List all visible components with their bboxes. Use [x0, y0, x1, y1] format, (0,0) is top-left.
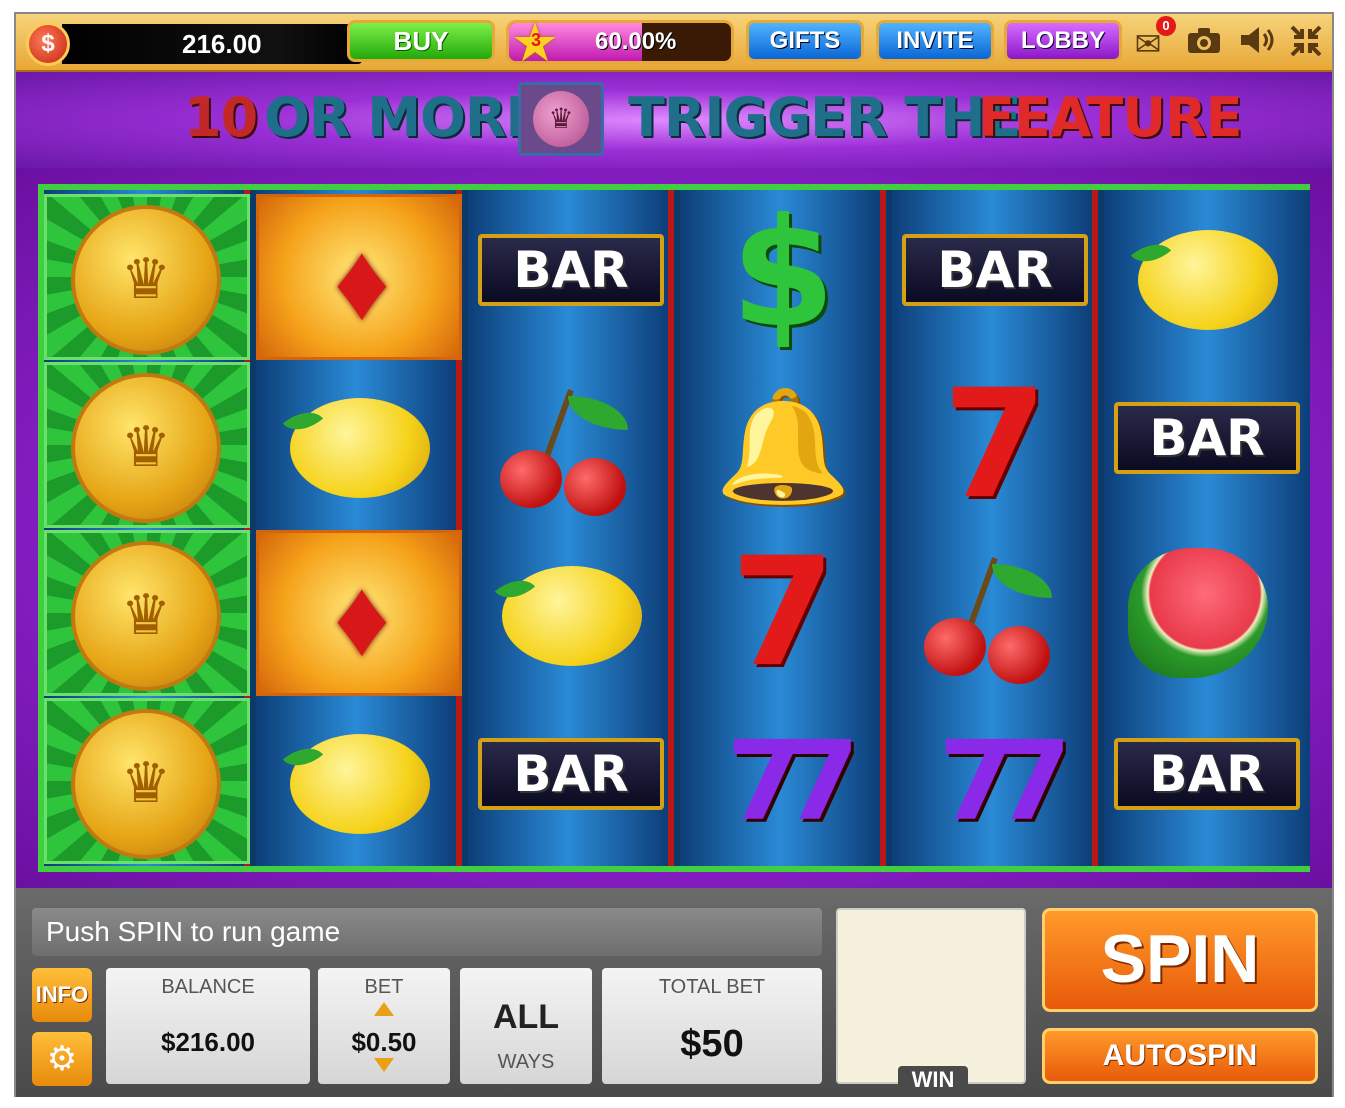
balance-label: BALANCE [161, 976, 255, 998]
reel-4: $ 🔔 7 77 [680, 190, 886, 866]
cherry-symbol [920, 546, 1070, 686]
reel-cell: ♦ [256, 194, 462, 360]
status-message: Push SPIN to run game [32, 908, 822, 956]
settings-button[interactable]: ⚙ [32, 1032, 92, 1086]
reel-cell: $ [680, 194, 886, 360]
crown-coin-symbol: ♛ [71, 709, 221, 859]
bar-symbol: BAR [902, 234, 1088, 306]
reel-cell: ♦ [256, 530, 462, 696]
banner-feature: FEATURE [978, 86, 1243, 149]
reel-cell [468, 362, 674, 528]
purple-double-seven-symbol: 77 [726, 717, 859, 845]
autospin-button[interactable]: AUTOSPIN [1042, 1028, 1318, 1084]
total-bet-value: $50 [680, 1023, 744, 1065]
banner-or-more: OR MORE [264, 86, 542, 149]
banner-number: 10 [184, 86, 258, 149]
purple-double-seven-symbol: 77 [938, 717, 1071, 845]
red-seven-symbol: 7 [730, 526, 836, 700]
invite-button[interactable]: INVITE [876, 20, 994, 62]
buy-button[interactable]: BUY [347, 20, 495, 62]
reel-cell [892, 530, 1098, 696]
reel-cell [256, 698, 462, 864]
ways-value: ALL [492, 998, 560, 1036]
reel-cell: 7 [680, 530, 886, 696]
reel-grid: ♛ ♛ ♛ ♛ ♦ ♦ BAR BAR $ 🔔 7 77 BAR 7 77 BAR BAR [38, 184, 1310, 872]
crown-coin-symbol: ♛ [71, 205, 221, 355]
reel-cell: ♛ [44, 530, 250, 696]
reel-cell [1104, 194, 1310, 360]
crown-coin-symbol: ♛ [71, 373, 221, 523]
reel-2: ♦ ♦ [256, 190, 462, 866]
sound-icon[interactable] [1238, 24, 1278, 64]
banner-trigger-the: TRIGGER THE [628, 86, 1021, 149]
reel-6: BAR BAR [1104, 190, 1310, 866]
reel-cell: ♛ [44, 698, 250, 864]
crown-coin-icon: ♛ [518, 82, 604, 156]
bell-symbol: 🔔 [714, 385, 852, 508]
mail-count-badge: 0 [1156, 16, 1176, 36]
balance-panel: BALANCE $216.00 [106, 968, 310, 1084]
reel-1: ♛ ♛ ♛ ♛ [44, 190, 250, 866]
reel-3: BAR BAR [468, 190, 674, 866]
reel-cell: BAR [1104, 362, 1310, 528]
bet-decrease-arrow[interactable] [374, 1058, 394, 1072]
gear-icon: ⚙ [46, 1040, 78, 1078]
reel-cell: ♛ [44, 194, 250, 360]
reel-cell: BAR [892, 194, 1098, 360]
balance-value: $216.00 [161, 1027, 255, 1057]
bar-symbol: BAR [478, 738, 664, 810]
reel-cell [256, 362, 462, 528]
bet-increase-arrow[interactable] [374, 1002, 394, 1016]
spin-button[interactable]: SPIN [1042, 908, 1318, 1012]
top-bar: 216.00 $ BUY 60.00% ★ 3 GIFTS INVITE LOB… [16, 14, 1332, 72]
feature-banner: 10 OR MORE ♛ TRIGGER THE FEATURE [16, 72, 1332, 168]
reel-cell [468, 530, 674, 696]
reel-cell: 🔔 [680, 362, 886, 528]
reel-cell: BAR [1104, 698, 1310, 864]
level-percent: 60.00% [595, 28, 677, 55]
level-number: 3 [530, 30, 541, 50]
reel-cell: ♛ [44, 362, 250, 528]
reel-cell: 77 [892, 698, 1098, 864]
reel-cell: BAR [468, 194, 674, 360]
balance-display: 216.00 [62, 24, 362, 64]
balance-amount: 216.00 [182, 29, 262, 59]
win-display [836, 908, 1026, 1084]
reel-cell: 7 [892, 362, 1098, 528]
coin-icon: $ [26, 22, 70, 66]
crown-coin-symbol: ♛ [71, 541, 221, 691]
total-bet-panel: TOTAL BET $50 [602, 968, 822, 1084]
bar-symbol: BAR [1114, 402, 1300, 474]
fullscreen-icon[interactable] [1286, 24, 1326, 64]
dollar-symbol: $ [730, 187, 836, 361]
bet-label: BET [364, 976, 404, 998]
watermelon-symbol [1128, 548, 1268, 678]
lobby-button[interactable]: LOBBY [1004, 20, 1122, 62]
cherry-symbol [496, 378, 646, 518]
info-button[interactable]: INFO [32, 968, 92, 1022]
reel-cell: BAR [468, 698, 674, 864]
bet-panel: BET $0.50 [318, 968, 450, 1084]
total-bet-label: TOTAL BET [658, 976, 766, 998]
red-seven-symbol: 7 [942, 358, 1048, 532]
ways-panel: ALL WAYS [460, 968, 592, 1084]
gifts-button[interactable]: GIFTS [746, 20, 864, 62]
win-label: WIN [898, 1066, 968, 1094]
reel-cell: 77 [680, 698, 886, 864]
bet-value: $0.50 [351, 1027, 417, 1057]
red-gem-symbol: ♦ [333, 556, 391, 679]
bar-symbol: BAR [478, 234, 664, 306]
control-panel: Push SPIN to run game INFO ⚙ BALANCE $21… [16, 888, 1332, 1097]
reel-5: BAR 7 77 [892, 190, 1098, 866]
red-gem-symbol: ♦ [333, 220, 391, 343]
ways-label: WAYS [497, 1051, 555, 1073]
reel-cell [1104, 530, 1310, 696]
bar-symbol: BAR [1114, 738, 1300, 810]
game-frame: 216.00 $ BUY 60.00% ★ 3 GIFTS INVITE LOB… [14, 12, 1334, 1097]
camera-icon[interactable] [1184, 24, 1224, 64]
